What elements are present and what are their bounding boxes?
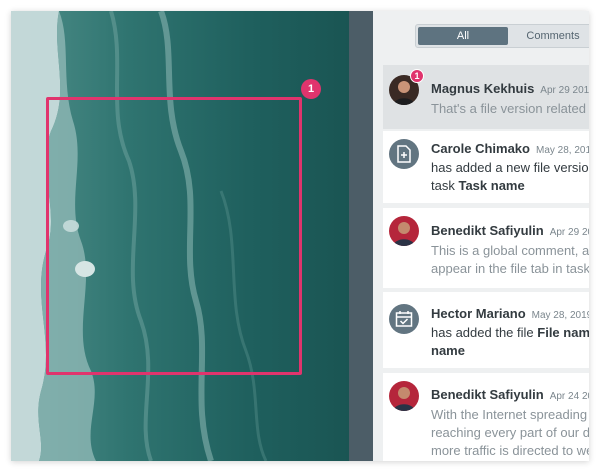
- tab-comments[interactable]: Comments: [508, 27, 589, 45]
- comment-date: Apr 29 2019: [549, 227, 589, 238]
- comment-card[interactable]: Benedikt SafiyulinApr 24 2019 With the I…: [383, 373, 589, 461]
- activity-text-line2: name: [431, 343, 465, 358]
- comment-text-line2: reaching every part of our daily life,: [431, 425, 589, 440]
- comments-panel: All Comments 1 Magnus KekhuisApr 29 2019…: [373, 11, 589, 461]
- activity-date: May 28, 2019: [531, 310, 589, 321]
- comment-text-line3: more traffic is directed to websites: [431, 443, 589, 458]
- panel-divider[interactable]: [349, 11, 373, 461]
- avatar: [389, 381, 419, 411]
- comment-text: That's a file version related comment: [431, 101, 589, 116]
- annotation-badge[interactable]: 1: [301, 79, 321, 99]
- comment-card[interactable]: Benedikt SafiyulinApr 29 2019 This is a …: [383, 208, 589, 288]
- tab-all[interactable]: All: [418, 27, 508, 45]
- annotation-region[interactable]: [46, 97, 302, 375]
- activity-card[interactable]: Hector Mariano May 28, 2019 has added the…: [383, 292, 589, 368]
- image-viewer[interactable]: 1: [11, 11, 349, 461]
- filter-tabs: All Comments: [415, 24, 589, 48]
- activity-text-line1: has added a new file version to: [431, 160, 589, 175]
- activity-text-line1: has added the file File name: [431, 324, 589, 342]
- avatar: [389, 216, 419, 246]
- activity-card[interactable]: Carole ChimakoMay 28, 2019 has added a n…: [383, 131, 589, 203]
- comment-date: Apr 29 2019: [540, 85, 589, 96]
- author-name: Carole ChimakoMay 28, 2019: [431, 141, 589, 156]
- file-add-icon: [389, 139, 419, 169]
- unread-badge: 1: [410, 69, 424, 83]
- task-link[interactable]: Task name: [458, 178, 524, 193]
- comment-date: Apr 24 2019: [549, 391, 589, 402]
- comment-card[interactable]: 1 Magnus KekhuisApr 29 2019 That's a fil…: [383, 65, 589, 129]
- author-name: Magnus KekhuisApr 29 2019: [431, 81, 589, 96]
- comment-text-line2: appear in the file tab in task: [431, 261, 589, 276]
- activity-date: May 28, 2019: [535, 145, 589, 156]
- author-name: Benedikt SafiyulinApr 24 2019: [431, 387, 589, 402]
- app-window: 1 All Comments 1 Magnus Kekhuis Apr 29 20…: [11, 11, 589, 461]
- comment-text-line1: This is a global comment, and will: [431, 243, 589, 258]
- comment-text-line1: With the Internet spreading like wildfir…: [431, 407, 589, 422]
- author-name: Hector Mariano May 28, 2019: [431, 306, 589, 321]
- author-name: Benedikt SafiyulinApr 29 2019: [431, 223, 589, 238]
- calendar-check-icon: [389, 304, 419, 334]
- activity-text-line2: task Task name: [431, 178, 525, 193]
- file-link[interactable]: File name: [537, 325, 589, 340]
